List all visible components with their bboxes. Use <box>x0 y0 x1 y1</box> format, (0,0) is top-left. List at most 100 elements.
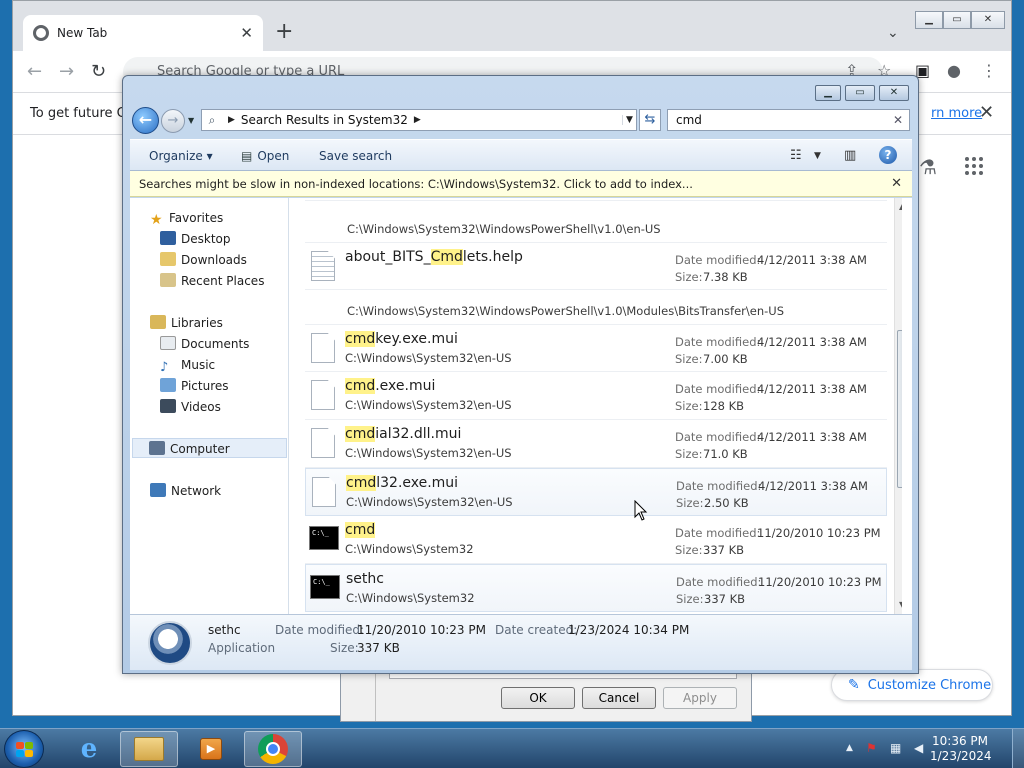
nav-downloads[interactable]: Downloads <box>160 250 247 270</box>
volume-icon[interactable]: ◀ <box>914 741 923 755</box>
explorer-close-button[interactable]: ✕ <box>879 85 909 101</box>
list-item[interactable]: cmd.exe.mui C:\Windows\System32\en-US Date… <box>305 372 887 420</box>
search-input[interactable]: cmd ✕ <box>667 109 910 131</box>
start-button[interactable] <box>4 730 44 768</box>
nav-videos[interactable]: Videos <box>160 397 221 417</box>
cancel-button[interactable]: Cancel <box>582 687 656 709</box>
taskbar-explorer[interactable] <box>120 731 178 767</box>
clock[interactable]: 10:36 PM 1/23/2024 <box>930 734 992 764</box>
name-part: l32.exe.mui <box>376 475 459 491</box>
close-button[interactable]: ✕ <box>971 11 1005 29</box>
name-part: lets.help <box>462 249 523 265</box>
date-modified-value: 4/12/2011 3:38 AM <box>757 335 867 349</box>
chrome-menu-icon[interactable]: ⋮ <box>981 61 997 80</box>
show-desktop-button[interactable] <box>1012 729 1024 768</box>
index-warning-bar[interactable]: Searches might be slow in non-indexed lo… <box>130 171 912 197</box>
save-search-button[interactable]: Save search <box>319 149 392 163</box>
name-part: about_BITS_ <box>345 249 431 265</box>
open-button[interactable]: ▤ Open <box>241 149 289 163</box>
details-name: sethc <box>208 623 241 637</box>
address-dropdown-icon[interactable]: ▼ <box>622 115 636 125</box>
maximize-button[interactable]: ▭ <box>943 11 971 29</box>
warning-close-icon[interactable]: ✕ <box>891 171 902 197</box>
list-item[interactable] <box>305 198 887 201</box>
list-item[interactable]: C:\_ cmd C:\Windows\System32 Date modified:… <box>305 516 887 564</box>
taskbar-ie[interactable]: e <box>60 731 118 767</box>
tab-close-icon[interactable]: ✕ <box>240 24 253 42</box>
list-item[interactable]: cmdl32.exe.mui C:\Windows\System32\en-US D… <box>305 468 887 516</box>
tab-search-icon[interactable]: ⌄ <box>887 25 899 41</box>
nav-computer[interactable]: Computer <box>132 438 287 458</box>
nav-label: Computer <box>170 442 230 456</box>
learn-more-link[interactable]: rn more <box>931 106 982 121</box>
nav-network[interactable]: Network <box>150 481 221 501</box>
list-item[interactable]: cmdial32.dll.mui C:\Windows\System32\en-U… <box>305 420 887 468</box>
explorer-maximize-button[interactable]: ▭ <box>845 85 875 101</box>
preview-pane-icon[interactable]: ▥ <box>844 148 856 163</box>
scrollbar-thumb[interactable] <box>897 330 902 488</box>
date-modified-value: 11/20/2010 10:23 PM <box>758 575 882 589</box>
date-modified-label: Date modified: <box>675 526 761 540</box>
history-dropdown-icon[interactable]: ▼ <box>188 116 194 125</box>
date-modified-value: 4/12/2011 3:38 AM <box>757 430 867 444</box>
file-path: C:\Windows\System32\en-US <box>345 398 512 412</box>
chrome-icon <box>258 734 288 764</box>
ok-button[interactable]: OK <box>501 687 575 709</box>
list-item[interactable]: cmdkey.exe.mui C:\Windows\System32\en-US D… <box>305 324 887 372</box>
explorer-minimize-button[interactable]: ▁ <box>815 85 841 101</box>
new-tab-icon[interactable]: + <box>275 21 293 43</box>
size-label: Size: <box>675 543 703 557</box>
sethc-app-icon <box>148 621 192 665</box>
nav-documents[interactable]: Documents <box>160 334 249 354</box>
chrome-favicon-icon <box>33 25 49 41</box>
taskbar-chrome[interactable] <box>244 731 302 767</box>
nav-pictures[interactable]: Pictures <box>160 376 229 396</box>
show-hidden-icons-icon[interactable]: ▲ <box>846 743 853 753</box>
refresh-icon[interactable]: ⇆ <box>639 109 661 131</box>
scroll-up-icon[interactable]: ▲ <box>899 202 902 211</box>
breadcrumb[interactable]: Search Results in System32 <box>241 113 408 127</box>
list-item[interactable]: C:\_ sethc C:\Windows\System32 Date modifie… <box>305 564 887 612</box>
results-scrollbar[interactable]: ▲ ▼ <box>894 198 902 614</box>
address-bar[interactable]: ⌕ ▶ Search Results in System32 ▶ ▼ <box>201 109 637 131</box>
nav-libraries[interactable]: Libraries <box>150 313 223 333</box>
windows-logo-icon <box>16 742 33 757</box>
explorer-window: ▁ ▭ ✕ ← → ▼ ⌕ ▶ Search Results in System… <box>122 75 919 674</box>
profile-avatar-icon[interactable]: ● <box>947 61 961 80</box>
infobar-close-icon[interactable]: ✕ <box>979 102 994 123</box>
nav-desktop[interactable]: Desktop <box>160 229 231 249</box>
breadcrumb-arrow-icon[interactable]: ▶ <box>228 115 235 125</box>
breadcrumb-arrow-icon[interactable]: ▶ <box>414 115 421 125</box>
nav-recent-places[interactable]: Recent Places <box>160 271 264 291</box>
reload-icon[interactable]: ↻ <box>91 61 106 82</box>
back-button[interactable]: ← <box>132 107 159 134</box>
folder-icon <box>134 737 164 761</box>
forward-button[interactable]: → <box>161 109 185 133</box>
list-item[interactable]: about_BITS_Cmdlets.help Date modified: 4/1… <box>305 242 887 290</box>
computer-icon <box>149 441 165 455</box>
help-icon[interactable]: ? <box>879 146 897 164</box>
views-icon[interactable]: ☷ <box>790 148 802 163</box>
apply-button[interactable]: Apply <box>663 687 737 709</box>
scroll-down-icon[interactable]: ▼ <box>899 600 902 609</box>
views-dropdown-icon[interactable]: ▼ <box>814 151 821 161</box>
organize-button[interactable]: Organize ▾ <box>149 149 213 163</box>
nav-favorites[interactable]: ★ Favorites <box>150 208 223 228</box>
nav-label: Downloads <box>181 253 247 267</box>
text-file-icon <box>311 251 335 281</box>
file-path: C:\Windows\System32\en-US <box>345 351 512 365</box>
action-center-icon[interactable]: ⚑ <box>866 741 877 755</box>
back-icon[interactable]: ← <box>27 61 42 82</box>
size-label: Size: <box>676 496 704 510</box>
chrome-tab-new-tab[interactable]: New Tab ✕ <box>23 15 263 51</box>
google-apps-icon[interactable] <box>965 157 983 175</box>
labs-flask-icon[interactable]: ⚗ <box>919 155 937 179</box>
taskbar-media-player[interactable]: ▶ <box>182 731 240 767</box>
forward-icon[interactable]: → <box>59 61 74 82</box>
name-part: .exe.mui <box>375 378 436 394</box>
network-tray-icon[interactable]: ▦ <box>890 741 901 755</box>
minimize-button[interactable]: ▁ <box>915 11 943 29</box>
name-part: ial32.dll.mui <box>375 426 462 442</box>
clear-search-icon[interactable]: ✕ <box>893 110 903 130</box>
nav-music[interactable]: ♪ Music <box>160 355 215 375</box>
